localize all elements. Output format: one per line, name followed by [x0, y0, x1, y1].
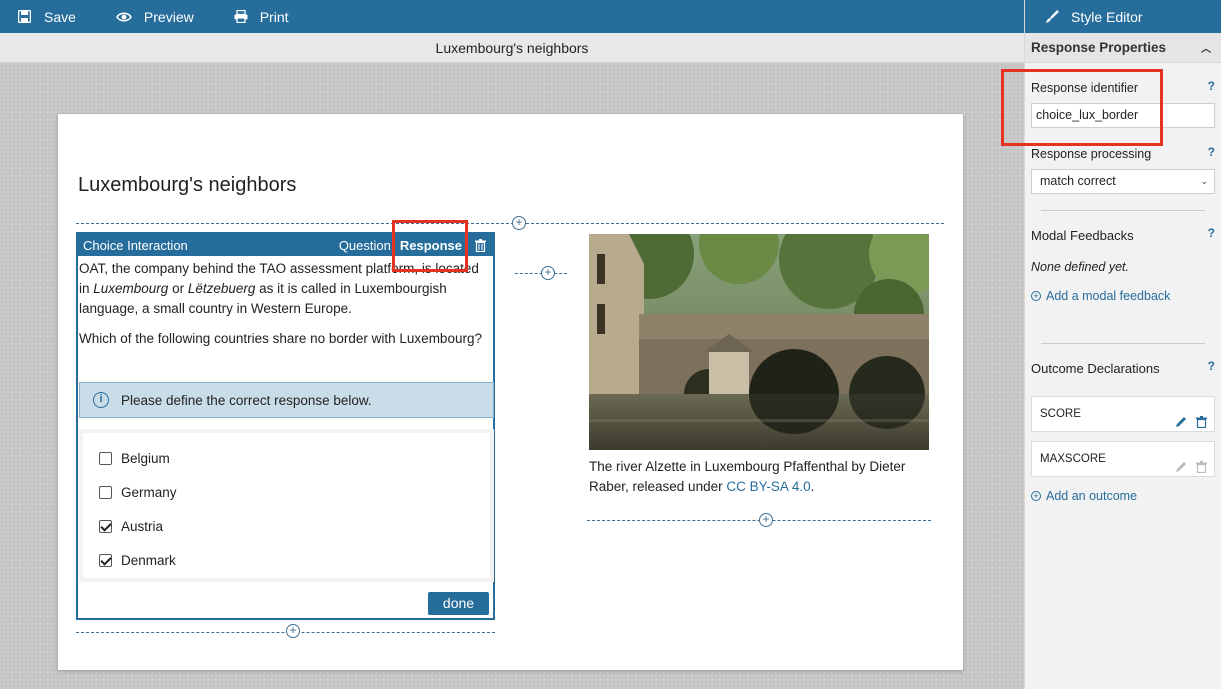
item-paper: Luxembourg's neighbors + Choice Interact… [58, 114, 963, 670]
add-row-icon[interactable]: + [512, 216, 526, 230]
style-editor-label: Style Editor [1071, 8, 1143, 25]
checkbox-icon[interactable] [99, 485, 112, 499]
outcome-declarations-label: Outcome Declarations [1031, 361, 1160, 376]
checkbox-icon[interactable] [99, 519, 112, 533]
info-text: Please define the correct response below… [121, 392, 372, 408]
item-heading: Luxembourg's neighbors [78, 174, 297, 196]
chevron-down-icon: ⌄ [1200, 176, 1208, 186]
add-column-icon[interactable]: + [541, 266, 555, 280]
outcome-row-score: SCORE [1031, 396, 1215, 432]
save-label: Save [44, 8, 76, 25]
response-processing-label: Response processing [1031, 147, 1152, 161]
pencil-icon[interactable] [1175, 408, 1187, 427]
top-toolbar: Save Preview Print [0, 0, 1024, 33]
license-link[interactable]: CC BY-SA 4.0 [726, 479, 810, 494]
print-label: Print [259, 8, 289, 25]
add-modal-feedback-link[interactable]: + Add a modal feedback [1031, 289, 1170, 303]
choice-list: Belgium Germany Austria Denmark [79, 429, 494, 582]
help-icon[interactable]: ? [1208, 226, 1215, 240]
checkbox-icon[interactable] [99, 553, 112, 567]
trash-icon [1196, 453, 1208, 474]
image-caption: The river Alzette in Luxembourg Pfaffent… [589, 459, 906, 494]
divider [1041, 210, 1205, 211]
highlight-response-identifier [1001, 69, 1163, 146]
plus-circle-icon: + [1031, 291, 1041, 301]
eye-icon [116, 10, 132, 24]
divider [1041, 343, 1205, 344]
printer-icon [234, 9, 248, 24]
choice-label: Denmark [121, 552, 176, 568]
river-photo[interactable] [589, 234, 929, 450]
question-text: Which of the following countries share n… [79, 331, 482, 346]
trash-icon[interactable] [1196, 408, 1208, 429]
choice-option[interactable]: Belgium [83, 441, 490, 475]
print-button[interactable]: Print [216, 0, 289, 33]
checkbox-icon[interactable] [99, 451, 112, 465]
outcome-row-maxscore: MAXSCORE [1031, 441, 1215, 477]
save-icon [17, 9, 32, 24]
interaction-type-label: Choice Interaction [83, 237, 188, 253]
style-editor-button[interactable]: Style Editor [1025, 0, 1221, 33]
choice-option[interactable]: Austria [83, 509, 490, 543]
row-insert-line [76, 223, 944, 224]
help-icon[interactable]: ? [1208, 145, 1215, 159]
info-message: i Please define the correct response bel… [79, 382, 494, 418]
choice-option[interactable]: Germany [83, 475, 490, 509]
delete-icon[interactable] [475, 238, 487, 252]
choice-label: Belgium [121, 450, 170, 466]
modal-feedbacks-empty: None defined yet. [1031, 260, 1129, 274]
info-icon: i [93, 392, 109, 408]
add-outcome-link[interactable]: + Add an outcome [1031, 489, 1137, 503]
help-icon[interactable]: ? [1208, 79, 1215, 93]
modal-feedbacks-label: Modal Feedbacks [1031, 228, 1134, 243]
save-button[interactable]: Save [0, 0, 76, 33]
add-block-icon[interactable]: + [759, 513, 773, 527]
brush-icon [1045, 9, 1059, 24]
preview-label: Preview [143, 8, 194, 25]
response-processing-select[interactable]: match correct ⌄ [1031, 169, 1215, 194]
chevron-up-icon[interactable]: ︿ [1201, 40, 1211, 55]
highlight-response-tab [392, 220, 468, 272]
pencil-icon [1175, 453, 1187, 472]
choice-label: Austria [121, 518, 164, 534]
plus-circle-icon: + [1031, 491, 1041, 501]
response-properties-header[interactable]: Response Properties ︿ [1025, 33, 1221, 63]
help-icon[interactable]: ? [1208, 359, 1215, 373]
tab-question[interactable]: Question [339, 238, 391, 253]
item-title-bar: Luxembourg's neighbors [0, 33, 1024, 63]
add-block-icon[interactable]: + [286, 624, 300, 638]
preview-button[interactable]: Preview [98, 0, 194, 33]
choice-option[interactable]: Denmark [83, 543, 490, 577]
choice-interaction[interactable]: Choice Interaction Question Response OAT… [76, 232, 495, 620]
choice-label: Germany [121, 484, 177, 500]
done-button[interactable]: done [428, 592, 489, 615]
